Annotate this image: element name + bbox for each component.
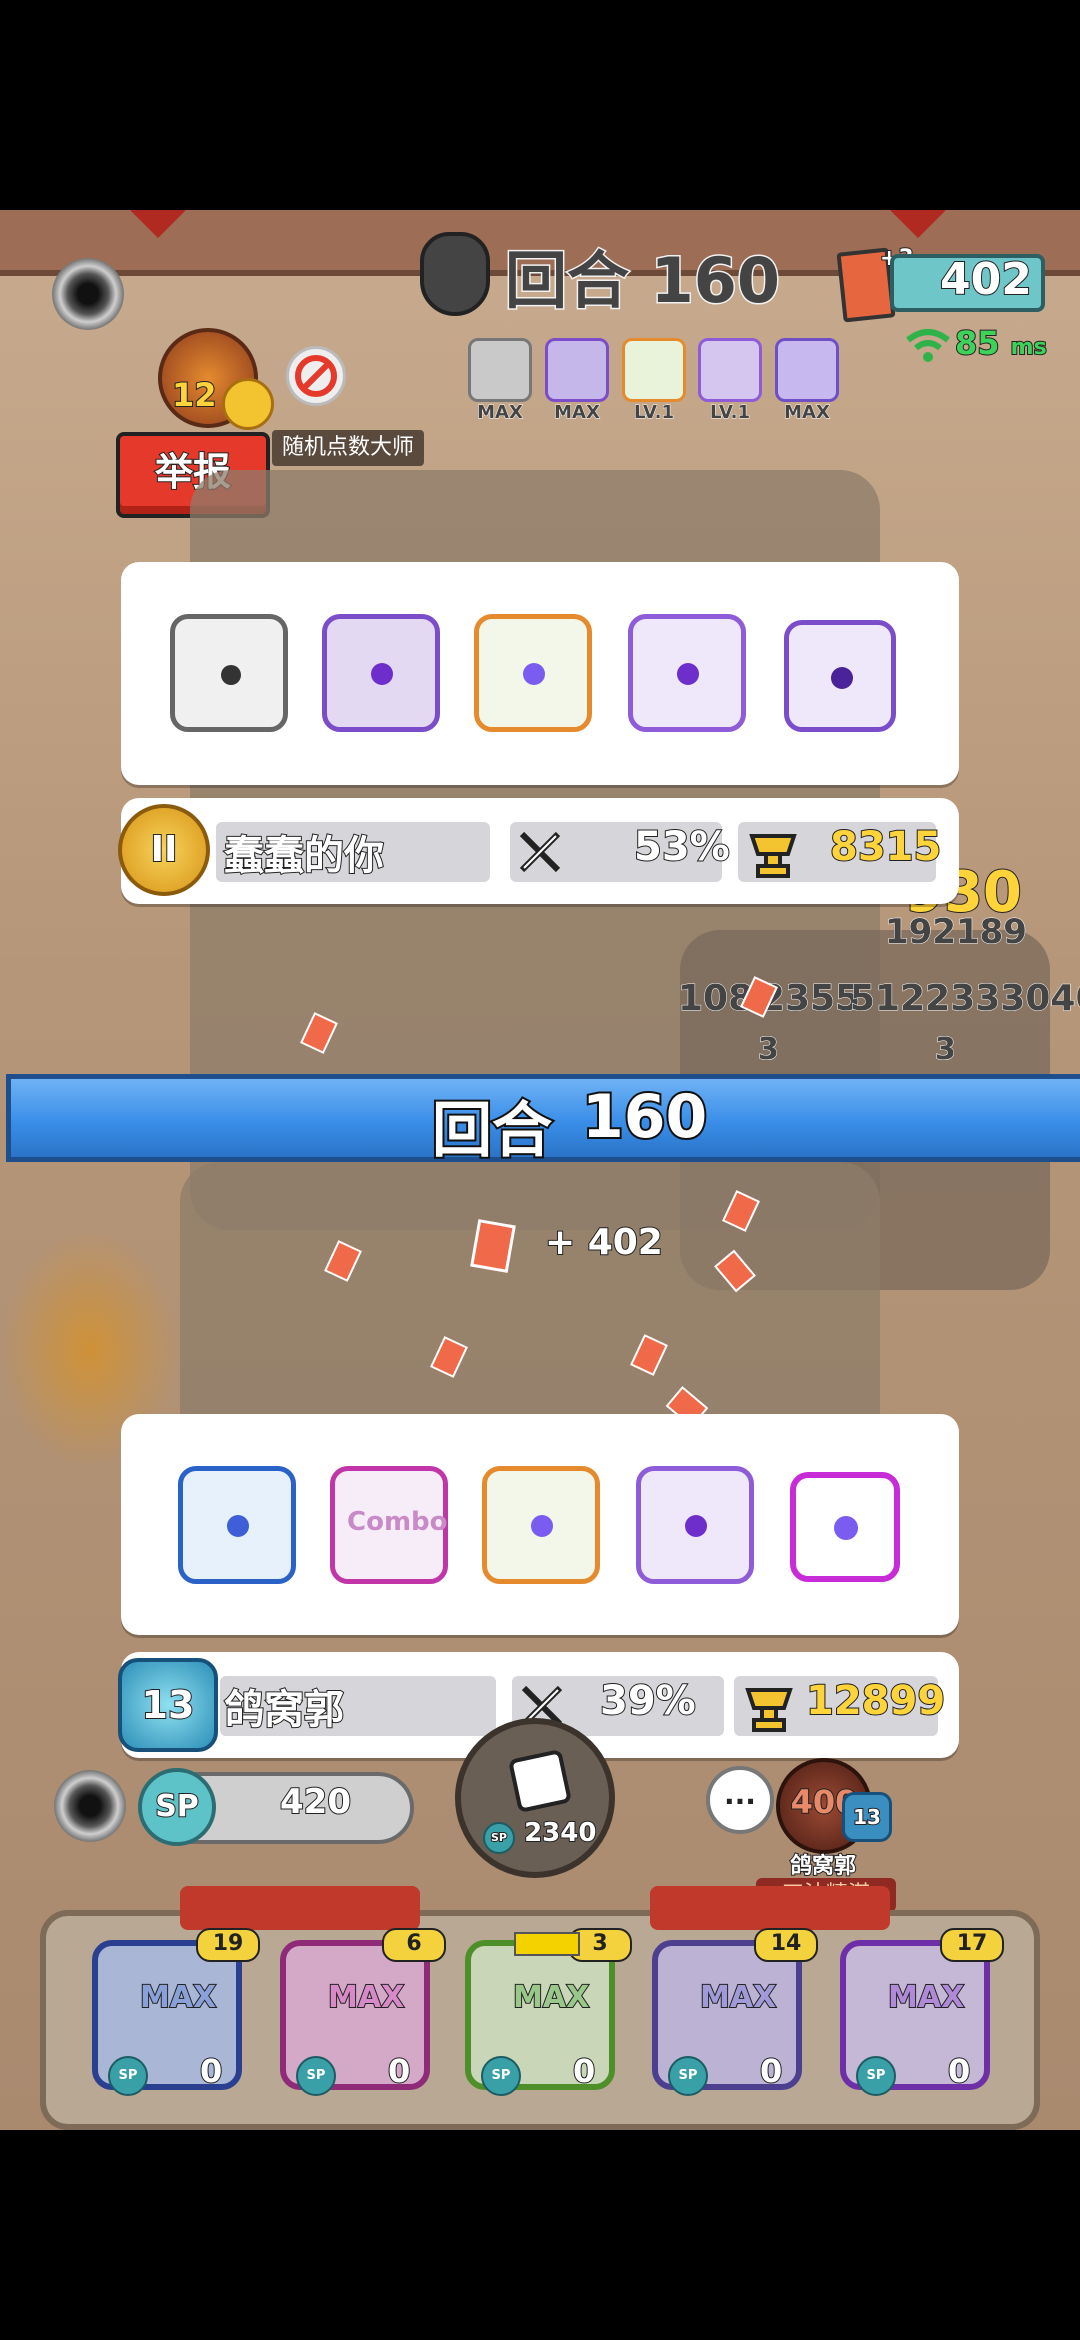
chat-button[interactable]: ...: [706, 1766, 774, 1834]
opponent-board-number: 3: [758, 1032, 780, 1068]
sp-mini-icon: SP: [483, 1822, 515, 1854]
player-crit: 39%: [599, 1677, 697, 1725]
player-avatar-name: 鸽窝郭: [789, 1853, 857, 1880]
deck-slot-3-sp-icon: SP: [481, 2056, 521, 2096]
deck-slot-1-level: 19: [196, 1928, 260, 1962]
ping-unit: ms: [1010, 334, 1048, 361]
opponent-deck-level-5: MAX: [784, 402, 831, 424]
opponent-crit: 53%: [633, 823, 731, 871]
opponent-deck-dice-1: [468, 338, 532, 402]
opponent-rank-number: II: [150, 828, 179, 871]
sp-icon: SP: [138, 1768, 216, 1846]
deck-slot-5-label: MAX: [887, 1979, 965, 2016]
opponent-board-number: 5122333040: [850, 978, 1080, 1020]
opponent-dice-gear[interactable]: [170, 614, 288, 732]
round-counter: 回合 160: [503, 243, 781, 319]
opponent-board-number: 2355: [759, 978, 861, 1020]
opponent-board-number: 108: [677, 978, 754, 1020]
sp-icon-label: SP: [154, 1788, 200, 1825]
dice-icon: [507, 1748, 573, 1814]
deck-panel-ribbon: [180, 1886, 420, 1930]
portal-icon: [54, 1770, 126, 1842]
new-indicator: [514, 1932, 580, 1956]
round-banner-number: 160: [580, 1080, 709, 1154]
player-avatar-rank-number: 13: [852, 1804, 882, 1830]
trophy-icon: [744, 824, 802, 880]
player-dice-infinity[interactable]: [482, 1466, 600, 1584]
opponent-deck-level-1: MAX: [477, 402, 524, 424]
opponent-rank-badge-icon: II: [118, 804, 210, 896]
floating-gain: + 402: [544, 1221, 664, 1264]
deck-slot-4-level: 14: [754, 1928, 818, 1962]
deck-slot-3-cost: 0: [572, 2051, 596, 2091]
trophy-icon: [740, 1678, 798, 1734]
player-name: 鸽窝郭: [223, 1686, 345, 1734]
opponent-board-number: 3: [935, 1032, 957, 1068]
sword-icon: [514, 826, 566, 878]
deck-slot-2-level: 6: [382, 1928, 446, 1962]
deck-panel-ribbon: [650, 1886, 890, 1930]
opponent-deck-dice-5: [775, 338, 839, 402]
deck-slot-5-level: 17: [940, 1928, 1004, 1962]
ping-number: 85: [954, 323, 1001, 363]
game-screen: 回合 160 +3 402 85 ms 12 MAX MAX LV.1 LV.1…: [0, 210, 1080, 2130]
summon-cost-value: 2340: [523, 1817, 597, 1849]
pennant-decoration: [890, 210, 946, 238]
opponent-name: 蠢蠢的你: [223, 832, 385, 880]
opponent-board-number: 192189: [885, 912, 1028, 953]
opponent-deck-dice-2: [545, 338, 609, 402]
currency-amount: 402: [939, 253, 1033, 306]
player-dice-combo[interactable]: Combo: [330, 1466, 448, 1584]
opponent-dice-swirl[interactable]: [322, 614, 440, 732]
deck-slot-2-sp-icon: SP: [296, 2056, 336, 2096]
player-dice-rainbow[interactable]: [790, 1472, 900, 1582]
summon-button[interactable]: SP 2340: [455, 1718, 615, 1878]
player-dice-moon[interactable]: [178, 1466, 296, 1584]
deck-slot-2-cost: 0: [387, 2051, 411, 2091]
sp-amount: 420: [279, 1781, 352, 1823]
ping-value: 85 ms: [954, 323, 1048, 363]
deck-slot-1-label: MAX: [139, 1979, 217, 2016]
opponent-trophies: 8315: [829, 823, 942, 871]
player-trophies: 12899: [805, 1677, 946, 1725]
player-rank-badge-icon: 13: [118, 1658, 218, 1752]
deck-slot-1-sp-icon: SP: [108, 2056, 148, 2096]
deck-slot-1-cost: 0: [199, 2051, 223, 2091]
opponent-dice-arrow[interactable]: [628, 614, 746, 732]
opponent-deck-level-3: LV.1: [634, 402, 675, 424]
player-avatar-rank-icon: 13: [842, 1792, 892, 1842]
deck-slot-5-sp-icon: SP: [856, 2056, 896, 2096]
deck-slot-2-label: MAX: [327, 1979, 405, 2016]
portal-icon: [52, 258, 124, 330]
opponent-rank-small-icon: [222, 378, 274, 430]
deck-slot-4-label: MAX: [699, 1979, 777, 2016]
opponent-deck-dice-4: [698, 338, 762, 402]
block-icon[interactable]: [286, 346, 346, 406]
summon-cost: SP 2340: [483, 1817, 597, 1854]
wifi-icon: [905, 328, 951, 364]
opponent-dice-crack[interactable]: [784, 620, 896, 732]
deck-slot-3-label: MAX: [512, 1979, 590, 2016]
deck-slot-4-cost: 0: [759, 2051, 783, 2091]
opponent-deck-level-2: MAX: [554, 402, 601, 424]
round-banner-label: 回合: [430, 1094, 554, 1168]
opponent-title-tag: 随机点数大师: [272, 430, 425, 466]
opponent-deck-dice-3: [622, 338, 686, 402]
player-dice-arrow[interactable]: [636, 1466, 754, 1584]
opponent-deck-level-4: LV.1: [710, 402, 751, 424]
deck-slot-4-sp-icon: SP: [668, 2056, 708, 2096]
player-rank-number: 13: [141, 1682, 196, 1728]
opponent-dice-infinity[interactable]: [474, 614, 592, 732]
pennant-decoration: [130, 210, 186, 238]
opponent-level: 12: [171, 375, 218, 415]
lion-emblem-icon: [420, 232, 490, 316]
chat-icon: ...: [724, 1778, 756, 1811]
deck-slot-5-cost: 0: [947, 2051, 971, 2091]
